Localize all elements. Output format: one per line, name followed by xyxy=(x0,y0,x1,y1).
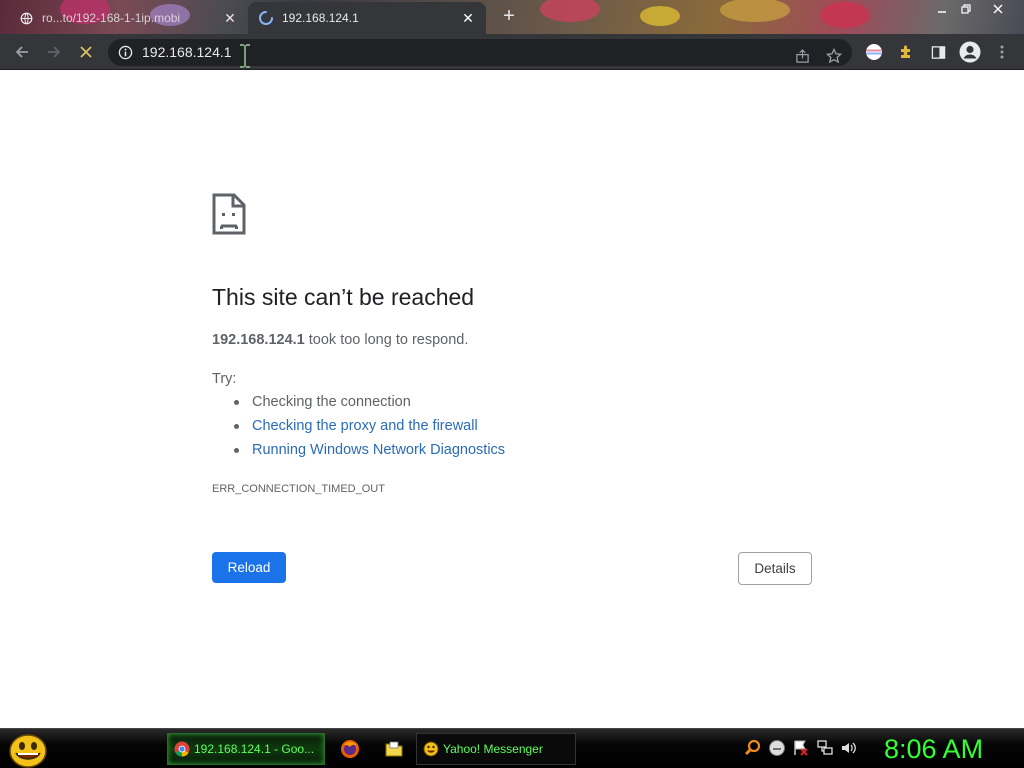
reload-button[interactable]: Reload xyxy=(212,552,286,583)
arrow-left-icon xyxy=(15,46,28,58)
back-button[interactable] xyxy=(8,38,36,66)
address-bar[interactable]: 192.168.124.1 xyxy=(108,39,852,66)
extensions-puzzle-icon[interactable] xyxy=(892,38,920,66)
yahoo-messenger-icon xyxy=(423,741,439,757)
tab-active[interactable]: 192.168.124.1 ✕ xyxy=(248,2,486,34)
new-tab-button[interactable]: + xyxy=(498,6,520,28)
taskbar-clock[interactable]: 8:06 AM xyxy=(884,731,1020,767)
stop-button[interactable] xyxy=(72,38,100,66)
close-icon[interactable]: ✕ xyxy=(222,10,238,26)
info-icon[interactable] xyxy=(118,45,133,60)
menu-kebab-icon[interactable] xyxy=(988,38,1016,66)
smiley-start-icon xyxy=(9,734,47,768)
error-summary: 192.168.124.1 took too long to respond. xyxy=(212,332,468,348)
address-text[interactable]: 192.168.124.1 xyxy=(142,44,232,60)
browser-toolbar: 192.168.124.1 xyxy=(0,34,1024,70)
messenger-tray-icon[interactable] xyxy=(768,739,786,757)
try-label: Try: xyxy=(212,371,237,387)
arrow-right-icon xyxy=(48,46,61,58)
taskbar-task-yahoo-messenger[interactable]: Yahoo! Messenger xyxy=(416,733,576,765)
error-heading: This site can’t be reached xyxy=(212,284,475,310)
suggestion-check-proxy-link[interactable]: Checking the proxy and the firewall xyxy=(234,417,505,441)
suggestion-network-diagnostics-link[interactable]: Running Windows Network Diagnostics xyxy=(234,441,505,465)
error-code: ERR_CONNECTION_TIMED_OUT xyxy=(212,483,385,495)
error-page: This site can’t be reached 192.168.124.1… xyxy=(0,71,1024,728)
suggestion-check-connection: Checking the connection xyxy=(234,393,505,417)
taskbar-task-label: Yahoo! Messenger xyxy=(443,742,543,756)
tab-title: 192.168.124.1 xyxy=(282,11,359,25)
restore-button[interactable] xyxy=(950,0,982,18)
taskbar-task-chrome[interactable]: 192.168.124.1 - Goo... xyxy=(167,733,325,765)
globe-icon xyxy=(18,10,34,26)
chrome-icon xyxy=(174,741,190,757)
profile-flag-icon[interactable] xyxy=(860,38,888,66)
forward-button[interactable] xyxy=(40,38,68,66)
close-icon[interactable]: ✕ xyxy=(460,10,476,26)
screen: ro...to/192-168-1-1ip.mobi ✕ 192.168.124… xyxy=(0,0,1024,768)
volume-icon[interactable] xyxy=(840,739,858,757)
network-icon[interactable] xyxy=(816,739,834,757)
side-panel-icon[interactable] xyxy=(924,38,952,66)
error-summary-text: took too long to respond. xyxy=(304,332,469,348)
error-host: 192.168.124.1 xyxy=(212,332,305,348)
sad-document-icon xyxy=(212,193,246,235)
tab-inactive[interactable]: ro...to/192-168-1-1ip.mobi ✕ xyxy=(8,2,248,34)
suggestions-list: Checking the connection Checking the pro… xyxy=(234,393,505,465)
firefox-icon[interactable] xyxy=(340,739,360,759)
bookmark-star-icon[interactable] xyxy=(822,44,846,68)
start-button[interactable] xyxy=(6,732,48,768)
stop-x-icon xyxy=(80,46,92,58)
text-cursor-icon xyxy=(236,43,254,69)
taskbar-task-label: 192.168.124.1 - Goo... xyxy=(194,742,315,756)
flag-icon[interactable] xyxy=(792,739,810,757)
close-window-button[interactable] xyxy=(982,0,1014,18)
details-button[interactable]: Details xyxy=(738,552,812,585)
tab-title: ro...to/192-168-1-1ip.mobi xyxy=(42,11,181,25)
share-icon[interactable] xyxy=(790,44,814,68)
search-icon[interactable] xyxy=(744,739,762,757)
folder-icon[interactable] xyxy=(384,739,404,759)
tab-strip: ro...to/192-168-1-1ip.mobi ✕ 192.168.124… xyxy=(0,0,1024,34)
taskbar: 192.168.124.1 - Goo... Yahoo! Messenger xyxy=(0,728,1024,768)
loading-spinner-icon xyxy=(258,10,274,26)
profile-avatar-icon[interactable] xyxy=(956,38,984,66)
